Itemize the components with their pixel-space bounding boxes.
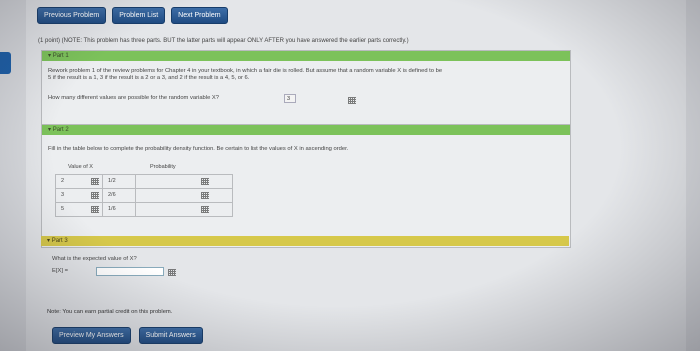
problem-nav: Previous Problem Problem List Next Probl… (37, 7, 228, 24)
value-text: 3 (61, 192, 65, 198)
value-text: 2 (61, 178, 65, 184)
part-1-answer-input[interactable]: 3 (284, 94, 296, 103)
part-1-question: How many different values are possible f… (48, 95, 219, 101)
grid-icon[interactable] (201, 192, 209, 199)
part-2-instruction: Fill in the table below to complete the … (48, 146, 349, 152)
grid-icon[interactable] (201, 178, 209, 185)
submit-actions: Preview My Answers Submit Answers (52, 327, 203, 344)
submit-answers-button[interactable]: Submit Answers (138, 327, 203, 344)
value-text: 5 (61, 206, 65, 212)
prob-cell: 1/2 (102, 174, 136, 189)
partial-credit-note: Note: You can earn partial credit on thi… (47, 309, 173, 315)
expected-value-label: E[X] = (52, 268, 68, 274)
column-header-probability: Probability (150, 164, 176, 170)
part-1-header[interactable]: ▾ Part 1 (42, 51, 570, 61)
prob-preview-cell (135, 174, 233, 189)
prob-text: 1/2 (108, 178, 116, 184)
grid-icon[interactable] (91, 192, 99, 199)
side-tab[interactable] (0, 52, 11, 74)
grid-icon[interactable] (91, 206, 99, 213)
next-problem-button[interactable]: Next Problem (171, 7, 228, 24)
preview-answers-button[interactable]: Preview My Answers (52, 327, 131, 344)
previous-problem-button[interactable]: Previous Problem (37, 7, 107, 24)
answer-preview-icon[interactable] (168, 269, 176, 276)
column-header-value: Value of X (68, 164, 93, 170)
part-2-title: Part 2 (52, 127, 69, 133)
problem-list-button[interactable]: Problem List (112, 7, 166, 24)
table-row: 5 1/6 (55, 202, 233, 217)
part-2-header[interactable]: ▾ Part 2 (42, 125, 570, 135)
expected-value-input[interactable] (96, 267, 164, 276)
part-3-header[interactable]: ▾ Part 3 (41, 236, 569, 246)
probability-table: 2 1/2 3 2/6 5 1/6 (55, 174, 233, 217)
grid-icon[interactable] (201, 206, 209, 213)
prob-cell: 2/6 (102, 188, 136, 203)
part-1-section: ▾ Part 1 Rework problem 1 of the review … (41, 50, 571, 128)
prob-text: 1/6 (108, 206, 116, 212)
prob-preview-cell (135, 202, 233, 217)
part-3-title: Part 3 (51, 238, 68, 244)
answer-preview-icon[interactable] (348, 97, 356, 104)
part-3-question: What is the expected value of X? (52, 256, 137, 262)
value-cell: 3 (55, 188, 103, 203)
prob-text: 2/6 (108, 192, 116, 198)
value-cell: 5 (55, 202, 103, 217)
table-row: 2 1/2 (55, 174, 233, 189)
table-row: 3 2/6 (55, 188, 233, 203)
part-1-title: Part 1 (52, 53, 69, 59)
value-cell: 2 (55, 174, 103, 189)
prob-preview-cell (135, 188, 233, 203)
grid-icon[interactable] (91, 178, 99, 185)
prob-cell: 1/6 (102, 202, 136, 217)
part-1-text-line2: 5 if the result is a 1, 3 if the result … (48, 75, 250, 81)
problem-intro-note: (1 point) (NOTE: This problem has three … (38, 38, 409, 44)
